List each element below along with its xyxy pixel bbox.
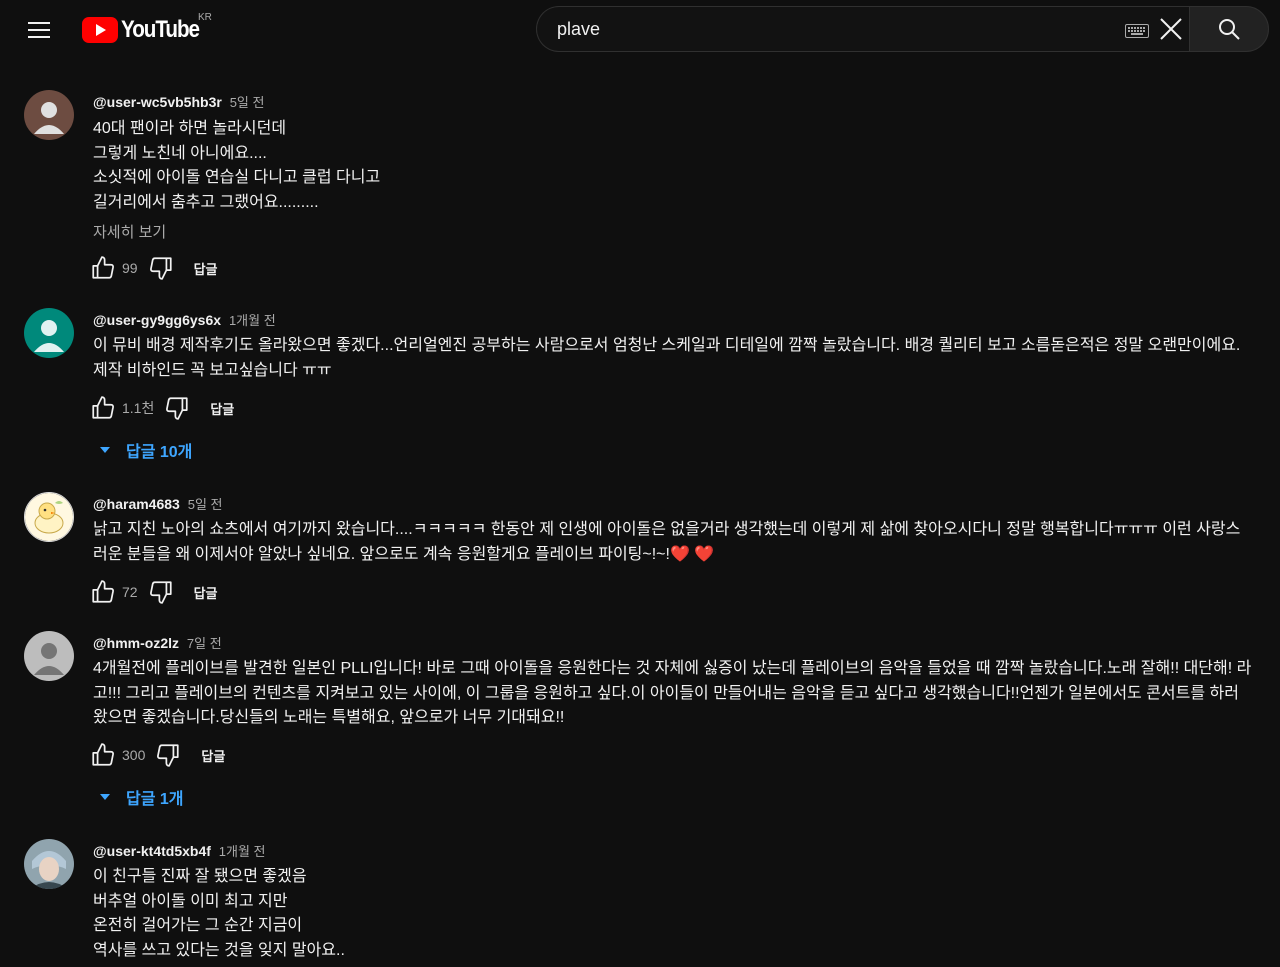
thumbs-down-icon [149,581,172,604]
comment-header: @user-gy9gg6ys6x 1개월 전 [93,310,276,329]
comment-text: 4개월전에 플레이브를 발견한 일본인 PLLI입니다! 바로 그때 아이돌을 … [93,660,1252,726]
search-button[interactable] [1189,6,1269,52]
comment-author[interactable]: @user-gy9gg6ys6x [93,312,221,328]
comment-header: @haram4683 5일 전 [93,494,222,513]
masthead: YouTube KR plave [0,0,1280,60]
avatar[interactable] [24,90,74,140]
like-count: 99 [122,260,138,276]
comment-time[interactable]: 5일 전 [230,95,265,110]
like-button[interactable]: 1.1천 [90,395,154,421]
view-replies-button[interactable]: 답글 1개 [98,785,184,809]
comment-actions: 1.1천 답글 [90,394,234,422]
default-avatar-icon [24,90,74,140]
dislike-button[interactable] [148,579,174,605]
region-code: KR [198,12,212,23]
like-button[interactable]: 300 [90,742,145,768]
like-button[interactable]: 99 [90,255,138,281]
chick-avatar-icon [25,493,73,541]
dislike-button[interactable] [155,742,181,768]
comment-time[interactable]: 7일 전 [187,636,222,651]
default-avatar-icon [24,631,74,681]
youtube-logo[interactable]: YouTube [82,16,212,44]
comment-actions: 72 답글 [90,578,218,606]
reply-button[interactable]: 답글 [194,259,218,278]
like-count: 72 [122,584,138,600]
replies-label: 답글 10개 [126,444,193,461]
avatar[interactable] [24,308,74,358]
keyboard-icon[interactable] [1125,24,1149,38]
close-icon[interactable] [1159,17,1183,41]
thumbs-down-icon [157,744,179,767]
profile-photo-icon [24,839,74,889]
avatar[interactable] [24,631,74,681]
comment-time[interactable]: 1개월 전 [219,844,266,859]
comment-text: 40대 팬이라 하면 놀라시던데 그렇게 노친네 아니에요.... 소싯적에 아… [93,120,381,211]
youtube-play-icon [82,17,118,43]
thumbs-up-icon [92,396,114,419]
comment-author[interactable]: @user-wc5vb5hb3r [93,94,222,110]
view-replies-button[interactable]: 답글 10개 [98,438,192,462]
reply-button[interactable]: 답글 [194,583,218,602]
comment-author[interactable]: @hmm-oz2lz [93,635,179,651]
search-icon [1219,19,1240,40]
comment-header: @user-kt4td5xb4f 1개월 전 [93,841,266,860]
thumbs-down-icon [149,257,172,280]
comment-time[interactable]: 1개월 전 [229,313,276,328]
comment-time[interactable]: 5일 전 [188,497,223,512]
search-box[interactable]: plave [536,6,1189,52]
replies-label: 답글 1개 [126,791,184,808]
comment-header: @user-wc5vb5hb3r 5일 전 [93,92,264,111]
logo-wordmark: YouTube [121,16,200,43]
caret-down-icon [100,447,110,453]
dislike-button[interactable] [148,255,174,281]
like-count: 300 [122,747,146,763]
menu-icon[interactable] [22,14,56,46]
dislike-button[interactable] [164,395,190,421]
thumbs-down-icon [166,397,188,420]
avatar[interactable] [24,839,74,889]
comment-actions: 99 답글 [90,254,218,282]
like-count: 1.1천 [122,400,155,416]
like-button[interactable]: 72 [90,579,138,605]
read-more-button[interactable]: 자세히 보기 [93,221,166,242]
comment-text: 낡고 지친 노아의 쇼츠에서 여기까지 왔습니다....ㅋㅋㅋㅋㅋ 한동안 제 … [93,521,1241,563]
comment-author[interactable]: @haram4683 [93,496,180,512]
default-avatar-icon [24,308,74,358]
comment-actions: 300 답글 [90,741,225,769]
thumbs-up-icon [92,580,114,603]
caret-down-icon [100,794,110,800]
avatar[interactable] [24,492,74,542]
reply-button[interactable]: 답글 [201,746,225,765]
thumbs-up-icon [92,256,114,279]
comment-header: @hmm-oz2lz 7일 전 [93,633,222,652]
thumbs-up-icon [92,743,114,766]
comment-author[interactable]: @user-kt4td5xb4f [93,843,211,859]
reply-button[interactable]: 답글 [210,399,234,418]
search-input[interactable]: plave [557,7,1117,51]
comment-text: 이 친구들 진짜 잘 됐으면 좋겠음 버추얼 아이돌 이미 최고 지만 온전히 … [93,868,345,959]
comment-text: 이 뮤비 배경 제작후기도 올라왔으면 좋겠다...언리얼엔진 공부하는 사람으… [93,337,1241,379]
